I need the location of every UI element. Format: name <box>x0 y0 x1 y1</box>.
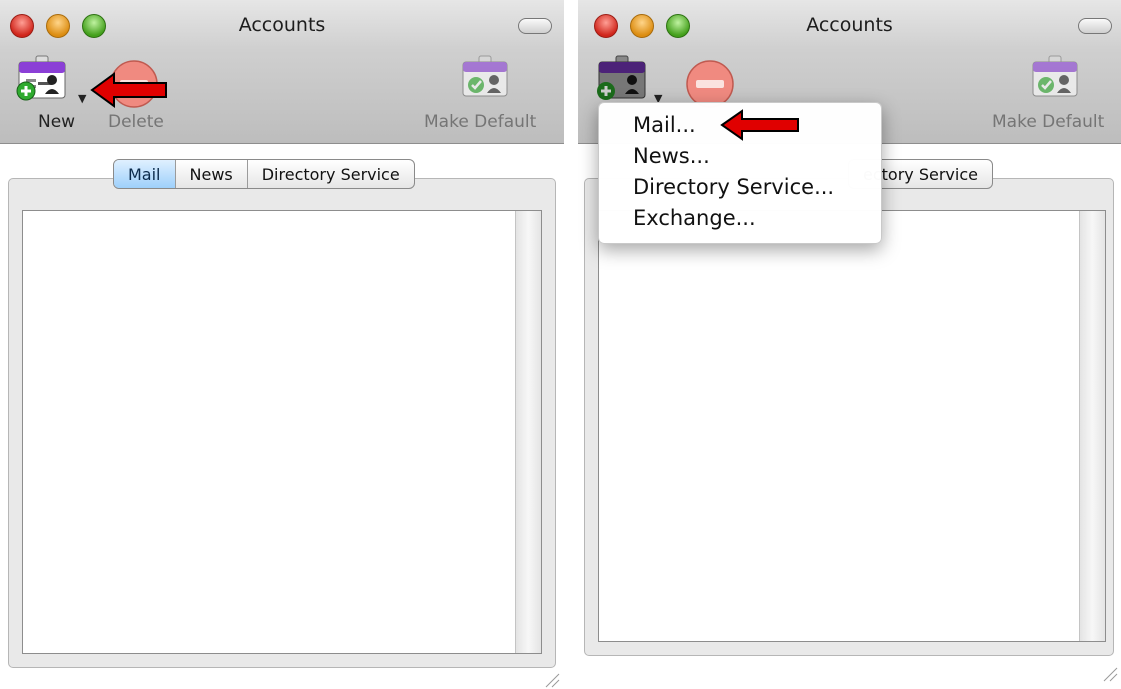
resize-grip-icon[interactable] <box>542 670 560 688</box>
list-scrollbar[interactable] <box>515 211 541 653</box>
new-account-button[interactable] <box>16 54 66 104</box>
tab-news[interactable]: News <box>174 160 247 188</box>
make-default-button-label: Make Default <box>424 112 537 132</box>
new-account-card-icon <box>16 55 66 101</box>
make-default-button-label: Make Default <box>992 112 1105 132</box>
new-button-label: New <box>38 112 76 132</box>
account-type-tabs: Mail News Directory Service <box>113 159 415 189</box>
menu-item-exchange[interactable]: Exchange... <box>599 203 881 234</box>
window-title: Accounts <box>806 14 893 36</box>
menu-item-directory-service[interactable]: Directory Service... <box>599 172 881 203</box>
tab-mail[interactable]: Mail <box>114 160 175 188</box>
make-default-button[interactable] <box>1030 54 1080 104</box>
accounts-list[interactable] <box>598 210 1106 642</box>
resize-grip-icon[interactable] <box>1100 664 1118 682</box>
accounts-list[interactable] <box>22 210 542 654</box>
unified-titlebar-toolbar: Accounts ▼ New Delete Make Default <box>0 0 564 144</box>
tab-directory-service[interactable]: Directory Service <box>246 160 414 188</box>
default-account-card-icon <box>462 55 508 97</box>
new-account-card-icon <box>597 55 646 100</box>
new-account-button[interactable] <box>596 54 646 104</box>
accounts-window-left: Accounts ▼ New Delete Make Default Mail … <box>0 0 564 689</box>
accounts-window-right: Accounts ▼ Make Default ectory Service M… <box>578 0 1121 689</box>
window-title: Accounts <box>238 14 326 36</box>
list-scrollbar[interactable] <box>1079 211 1105 641</box>
make-default-button[interactable] <box>460 54 510 104</box>
default-account-card-icon <box>1032 55 1078 97</box>
annotation-arrow-icon <box>90 72 167 108</box>
delete-button-label: Delete <box>108 112 164 132</box>
delete-button[interactable] <box>684 58 734 108</box>
toolbar-toggle-button[interactable] <box>1078 18 1112 34</box>
dropdown-triangle-icon[interactable]: ▼ <box>78 92 86 105</box>
menu-item-news[interactable]: News... <box>599 141 881 172</box>
annotation-arrow-icon <box>720 109 799 141</box>
toolbar-toggle-button[interactable] <box>518 18 552 34</box>
